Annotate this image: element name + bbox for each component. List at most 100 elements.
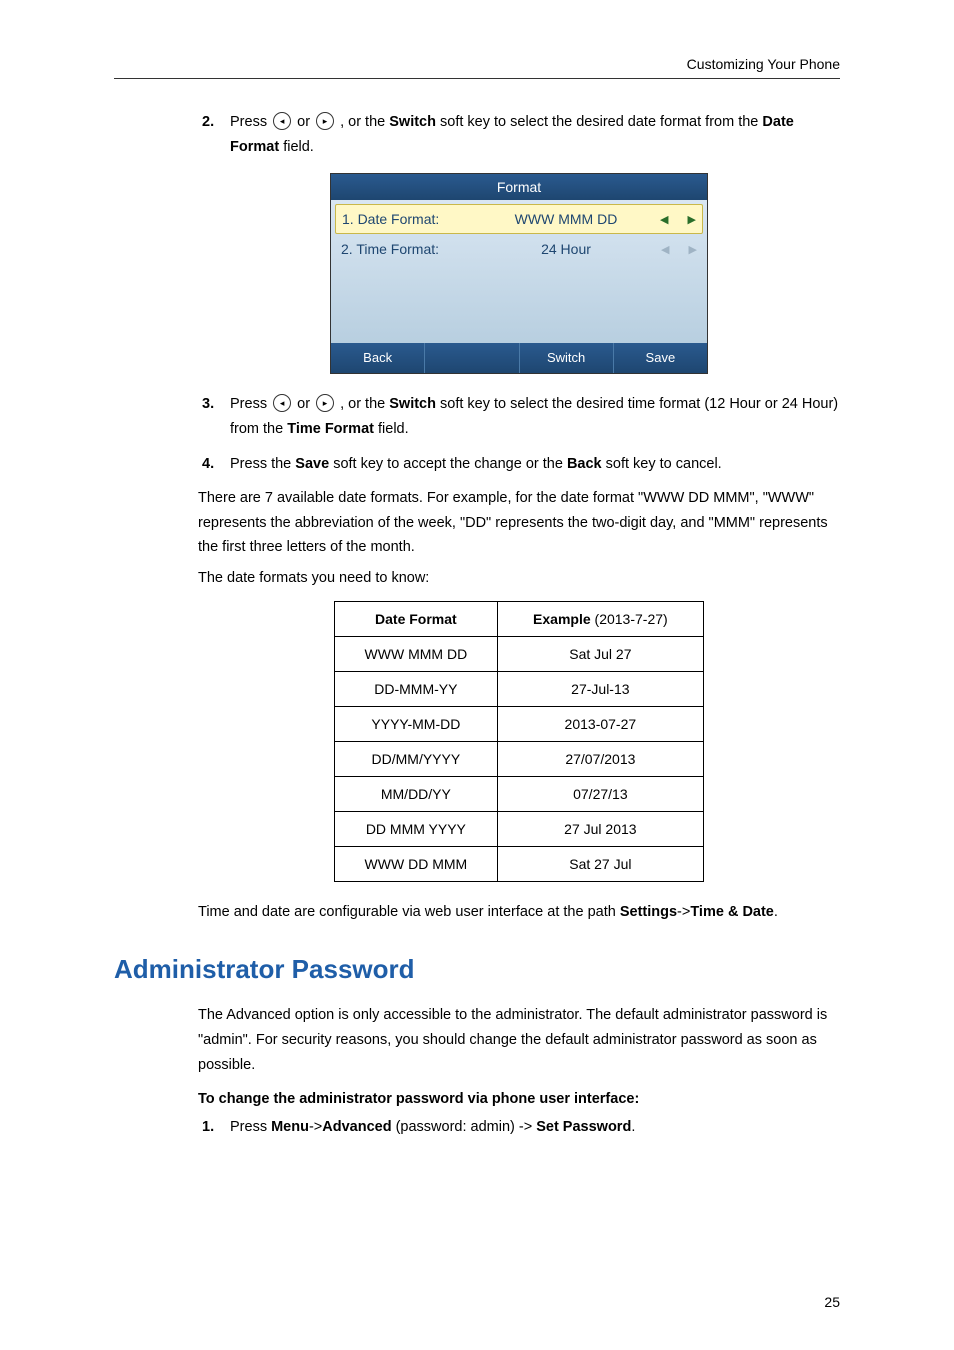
row-label: 1. Date Format: [342,211,472,227]
cell-ex: 2013-07-27 [497,706,703,741]
admin-subheading: To change the administrator password via… [198,1091,840,1107]
row-arrows[interactable]: ◀ ▶ [660,213,696,226]
chevron-left-icon[interactable]: ◀ [661,243,669,256]
text: , or the [340,396,389,412]
left-arrow-icon: ◂ [273,112,291,130]
phone-row-date-format[interactable]: 1. Date Format: WWW MMM DD ◀ ▶ [335,204,703,234]
settings-label: Settings [620,904,677,920]
formats-need: The date formats you need to know: [198,566,840,591]
table-row: YYYY-MM-DD2013-07-27 [335,706,704,741]
softkey-switch[interactable]: Switch [520,343,614,373]
softkey-back[interactable]: Back [331,343,425,373]
text: soft key to select the desired date form… [440,114,762,130]
header-rule [114,78,840,79]
cell-fmt: WWW DD MMM [335,846,498,881]
time-format-label: Time Format [287,421,374,437]
phone-screen: Format 1. Date Format: WWW MMM DD ◀ ▶ 2.… [330,173,708,374]
admin-description: The Advanced option is only accessible t… [198,1003,840,1077]
cell-ex: 27 Jul 2013 [497,811,703,846]
date-format-table: Date Format Example (2013-7-27) WWW MMM … [334,601,704,882]
text: (2013-7-27) [591,611,668,627]
row-arrows[interactable]: ◀ ▶ [661,243,697,256]
softkey-empty [425,343,519,373]
table-row: WWW DD MMMSat 27 Jul [335,846,704,881]
step-body: Press the Save soft key to accept the ch… [230,452,840,477]
menu-label: Menu [271,1119,309,1135]
cell-ex: 07/27/13 [497,776,703,811]
phone-title: Format [331,174,707,200]
step-body: Press Menu->Advanced (password: admin) -… [230,1115,840,1140]
section-administrator-password: Administrator Password [114,954,840,985]
text: Time and date are configurable via web u… [198,904,620,920]
text: soft key to accept the change or the [333,456,567,472]
text: Example [533,611,591,627]
step-number: 4. [198,452,230,477]
right-arrow-icon: ▸ [316,112,334,130]
text: soft key to cancel. [606,456,722,472]
page-number: 25 [824,1294,840,1310]
web-config-note: Time and date are configurable via web u… [198,900,840,925]
text: , or the [340,114,389,130]
cell-fmt: DD-MMM-YY [335,671,498,706]
table-row: DD/MM/YYYY27/07/2013 [335,741,704,776]
row-value: 24 Hour [471,241,661,257]
text: -> [309,1119,322,1135]
text: Press [230,396,271,412]
col-date-format: Date Format [335,601,498,636]
advanced-label: Advanced [322,1119,391,1135]
row-label: 2. Time Format: [341,241,471,257]
step-4: 4. Press the Save soft key to accept the… [198,452,840,477]
save-label: Save [295,456,329,472]
table-row: WWW MMM DDSat Jul 27 [335,636,704,671]
phone-body: 1. Date Format: WWW MMM DD ◀ ▶ 2. Time F… [331,200,707,343]
back-label: Back [567,456,602,472]
chevron-right-icon[interactable]: ▶ [689,243,697,256]
step-3: 3. Press ◂ or ▸ , or the Switch soft key… [198,392,840,441]
step-body: Press ◂ or ▸ , or the Switch soft key to… [230,110,840,159]
cell-fmt: DD/MM/YYYY [335,741,498,776]
softkey-save[interactable]: Save [614,343,707,373]
text: Press [230,114,271,130]
text: field. [283,139,314,155]
step-body: Press ◂ or ▸ , or the Switch soft key to… [230,392,840,441]
cell-fmt: DD MMM YYYY [335,811,498,846]
text: field. [378,421,409,437]
cell-ex: Sat Jul 27 [497,636,703,671]
text: -> [677,904,690,920]
admin-step-1: 1. Press Menu->Advanced (password: admin… [198,1115,840,1140]
step-2: 2. Press ◂ or ▸ , or the Switch soft key… [198,110,840,159]
text: . [774,904,778,920]
switch-label: Switch [389,114,436,130]
text: (password: admin) -> [396,1119,533,1135]
phone-softkeys: Back Switch Save [331,343,707,373]
chevron-left-icon[interactable]: ◀ [660,213,668,226]
phone-row-time-format[interactable]: 2. Time Format: 24 Hour ◀ ▶ [335,234,703,264]
step-number: 1. [198,1115,230,1140]
text: . [631,1119,635,1135]
cell-fmt: YYYY-MM-DD [335,706,498,741]
cell-ex: 27/07/2013 [497,741,703,776]
step-number: 2. [198,110,230,159]
table-header-row: Date Format Example (2013-7-27) [335,601,704,636]
row-value: WWW MMM DD [472,211,660,227]
text: or [297,396,314,412]
page-header: Customizing Your Phone [687,56,840,72]
time-date-label: Time & Date [690,904,774,920]
cell-fmt: MM/DD/YY [335,776,498,811]
cell-ex: Sat 27 Jul [497,846,703,881]
table-row: DD-MMM-YY27-Jul-13 [335,671,704,706]
col-example: Example (2013-7-27) [497,601,703,636]
step-number: 3. [198,392,230,441]
cell-fmt: WWW MMM DD [335,636,498,671]
right-arrow-icon: ▸ [316,394,334,412]
set-password-label: Set Password [536,1119,631,1135]
table-row: DD MMM YYYY27 Jul 2013 [335,811,704,846]
table-row: MM/DD/YY07/27/13 [335,776,704,811]
chevron-right-icon[interactable]: ▶ [688,213,696,226]
text: Press the [230,456,295,472]
text: Press [230,1119,271,1135]
formats-explanation: There are 7 available date formats. For … [198,486,840,560]
left-arrow-icon: ◂ [273,394,291,412]
switch-label: Switch [389,396,436,412]
text: or [297,114,314,130]
